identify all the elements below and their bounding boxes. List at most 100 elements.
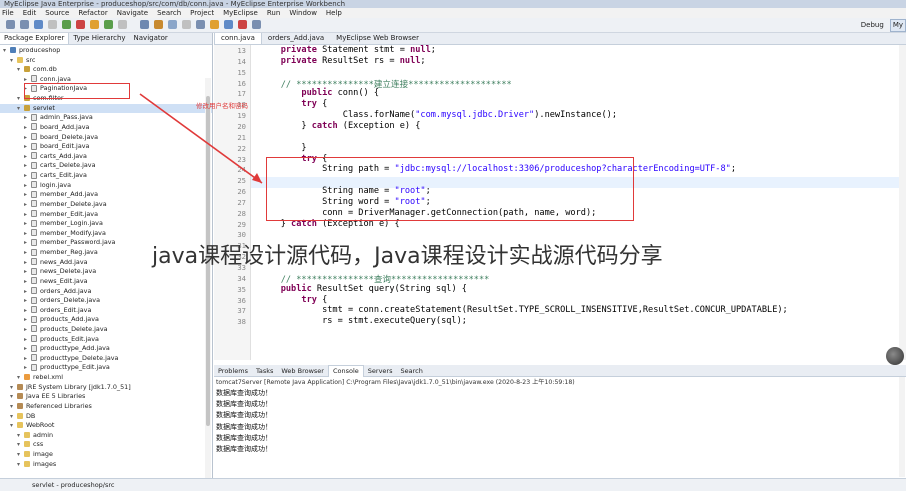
- expand-toggle-icon[interactable]: ▸: [24, 113, 31, 123]
- code-line[interactable]: public ResultSet query(String sql) {: [260, 284, 467, 294]
- editor-scrollbar[interactable]: [899, 45, 906, 360]
- console-scrollbar[interactable]: [899, 377, 905, 477]
- menu-file[interactable]: File: [2, 9, 14, 17]
- menu-navigate[interactable]: Navigate: [117, 9, 148, 17]
- tree-item[interactable]: ▾ servlet: [0, 103, 212, 114]
- tree-item[interactable]: ▾ JRE System Library [jdk1.7.0_51]: [0, 383, 212, 393]
- tree-item[interactable]: ▸ orders_Edit.java: [0, 306, 212, 316]
- tree-item[interactable]: ▾ src: [0, 56, 212, 66]
- expand-toggle-icon[interactable]: ▾: [17, 431, 24, 441]
- tab-orders-add-java[interactable]: orders_Add.java: [262, 33, 330, 44]
- expand-toggle-icon[interactable]: ▾: [10, 402, 17, 412]
- expand-toggle-icon[interactable]: ▸: [24, 306, 31, 316]
- menu-refactor[interactable]: Refactor: [78, 9, 107, 17]
- toolbar-button-2[interactable]: [20, 20, 29, 29]
- expand-toggle-icon[interactable]: ▾: [10, 412, 17, 422]
- tree-item[interactable]: ▸ member_Edit.java: [0, 210, 212, 220]
- tree-item[interactable]: ▾ com.db: [0, 65, 212, 75]
- expand-toggle-icon[interactable]: ▾: [10, 421, 17, 431]
- toolbar-button-1[interactable]: [6, 20, 15, 29]
- tab-type-hierarchy[interactable]: Type Hierarchy: [69, 33, 129, 44]
- toolbar-button-12[interactable]: [168, 20, 177, 29]
- expand-toggle-icon[interactable]: ▸: [24, 142, 31, 152]
- expand-toggle-icon[interactable]: ▸: [24, 181, 31, 191]
- expand-toggle-icon[interactable]: ▾: [10, 56, 17, 66]
- expand-toggle-icon[interactable]: ▾: [17, 65, 24, 75]
- tree-item[interactable]: ▾ WebRoot: [0, 421, 212, 431]
- code-line[interactable]: public conn() {: [260, 88, 379, 98]
- expand-toggle-icon[interactable]: ▾: [17, 373, 24, 383]
- tree-item[interactable]: ▾ Referenced Libraries: [0, 402, 212, 412]
- tree-item[interactable]: ▾ produceshop: [0, 46, 207, 56]
- menu-project[interactable]: Project: [190, 9, 214, 17]
- tree-item[interactable]: ▸ producttype_Edit.java: [0, 363, 212, 373]
- tab-web-browser[interactable]: MyEclipse Web Browser: [330, 33, 425, 44]
- tab-console[interactable]: Console: [327, 365, 364, 377]
- tab-tasks[interactable]: Tasks: [252, 366, 277, 377]
- menu-source[interactable]: Source: [45, 9, 69, 17]
- toolbar-button-9[interactable]: [118, 20, 127, 29]
- expand-toggle-icon[interactable]: ▸: [24, 152, 31, 162]
- tree-item[interactable]: ▸ member_Login.java: [0, 219, 212, 229]
- toolbar-button-15[interactable]: [210, 20, 219, 29]
- tab-package-explorer[interactable]: Package Explorer: [0, 33, 70, 44]
- expand-toggle-icon[interactable]: ▾: [17, 460, 24, 470]
- tree-item[interactable]: ▾ rebel.xml: [0, 373, 212, 383]
- tree-item[interactable]: ▸ producttype_Add.java: [0, 344, 212, 354]
- expand-toggle-icon[interactable]: ▸: [24, 277, 31, 287]
- expand-toggle-icon[interactable]: ▸: [24, 344, 31, 354]
- toolbar-button-4[interactable]: [48, 20, 57, 29]
- tab-web-browser[interactable]: Web Browser: [277, 366, 328, 377]
- code-line[interactable]: private Statement stmt = null;: [260, 45, 436, 55]
- tree-item[interactable]: ▾ css: [0, 440, 212, 450]
- tree-item[interactable]: ▸ products_Edit.java: [0, 335, 212, 345]
- expand-toggle-icon[interactable]: ▾: [10, 383, 17, 393]
- expand-toggle-icon[interactable]: ▸: [24, 325, 31, 335]
- code-line[interactable]: try {: [260, 99, 327, 109]
- expand-toggle-icon[interactable]: ▸: [24, 335, 31, 345]
- tree-item[interactable]: ▾ admin: [0, 431, 212, 441]
- expand-toggle-icon[interactable]: ▸: [24, 296, 31, 306]
- tab-conn-java[interactable]: conn.java: [214, 33, 262, 44]
- tree-scrollbar[interactable]: [205, 78, 211, 478]
- tree-item[interactable]: ▸ products_Delete.java: [0, 325, 212, 335]
- expand-toggle-icon[interactable]: ▸: [24, 267, 31, 277]
- tree-item[interactable]: ▾ images: [0, 460, 212, 470]
- toolbar-button-13[interactable]: [182, 20, 191, 29]
- expand-toggle-icon[interactable]: ▸: [24, 190, 31, 200]
- tree-item[interactable]: ▾ Java EE 5 Libraries: [0, 392, 212, 402]
- toolbar-button-10[interactable]: [140, 20, 149, 29]
- toolbar-button-17[interactable]: [238, 20, 247, 29]
- tree-item[interactable]: ▸ member_Modify.java: [0, 229, 212, 239]
- tree-item[interactable]: ▸ orders_Delete.java: [0, 296, 212, 306]
- expand-toggle-icon[interactable]: ▸: [24, 238, 31, 248]
- tree-item[interactable]: ▸ board_Edit.java: [0, 142, 212, 152]
- expand-toggle-icon[interactable]: ▸: [24, 315, 31, 325]
- toolbar-button-3[interactable]: [34, 20, 43, 29]
- expand-toggle-icon[interactable]: ▸: [24, 219, 31, 229]
- tree-item[interactable]: ▸ login.java: [0, 181, 212, 191]
- toolbar-button-18[interactable]: [252, 20, 261, 29]
- tab-search[interactable]: Search: [396, 366, 426, 377]
- code-line[interactable]: } catch (Exception e) {: [260, 121, 420, 131]
- tree-item[interactable]: ▸ member_Add.java: [0, 190, 212, 200]
- tree-item[interactable]: ▸ admin_Pass.java: [0, 113, 212, 123]
- code-line[interactable]: rs = stmt.executeQuery(sql);: [260, 316, 467, 326]
- expand-toggle-icon[interactable]: ▾: [17, 94, 24, 104]
- tree-item[interactable]: ▸ products_Add.java: [0, 315, 212, 325]
- menu-myeclipse[interactable]: MyEclipse: [223, 9, 258, 17]
- toolbar-button-8[interactable]: [104, 20, 113, 29]
- toolbar-button-16[interactable]: [224, 20, 233, 29]
- tree-item[interactable]: ▸ board_Delete.java: [0, 133, 212, 143]
- expand-toggle-icon[interactable]: ▸: [24, 258, 31, 268]
- tab-problems[interactable]: Problems: [214, 366, 252, 377]
- menu-edit[interactable]: Edit: [23, 9, 37, 17]
- tree-item[interactable]: ▸ orders_Add.java: [0, 287, 212, 297]
- tree-item[interactable]: ▾ image: [0, 450, 212, 460]
- tree-item[interactable]: ▸ carts_Edit.java: [0, 171, 212, 181]
- tree-item[interactable]: ▸ board_Add.java: [0, 123, 212, 133]
- expand-toggle-icon[interactable]: ▸: [24, 210, 31, 220]
- toolbar-button-5[interactable]: [62, 20, 71, 29]
- tab-navigator[interactable]: Navigator: [130, 33, 172, 44]
- menu-window[interactable]: Window: [289, 9, 317, 17]
